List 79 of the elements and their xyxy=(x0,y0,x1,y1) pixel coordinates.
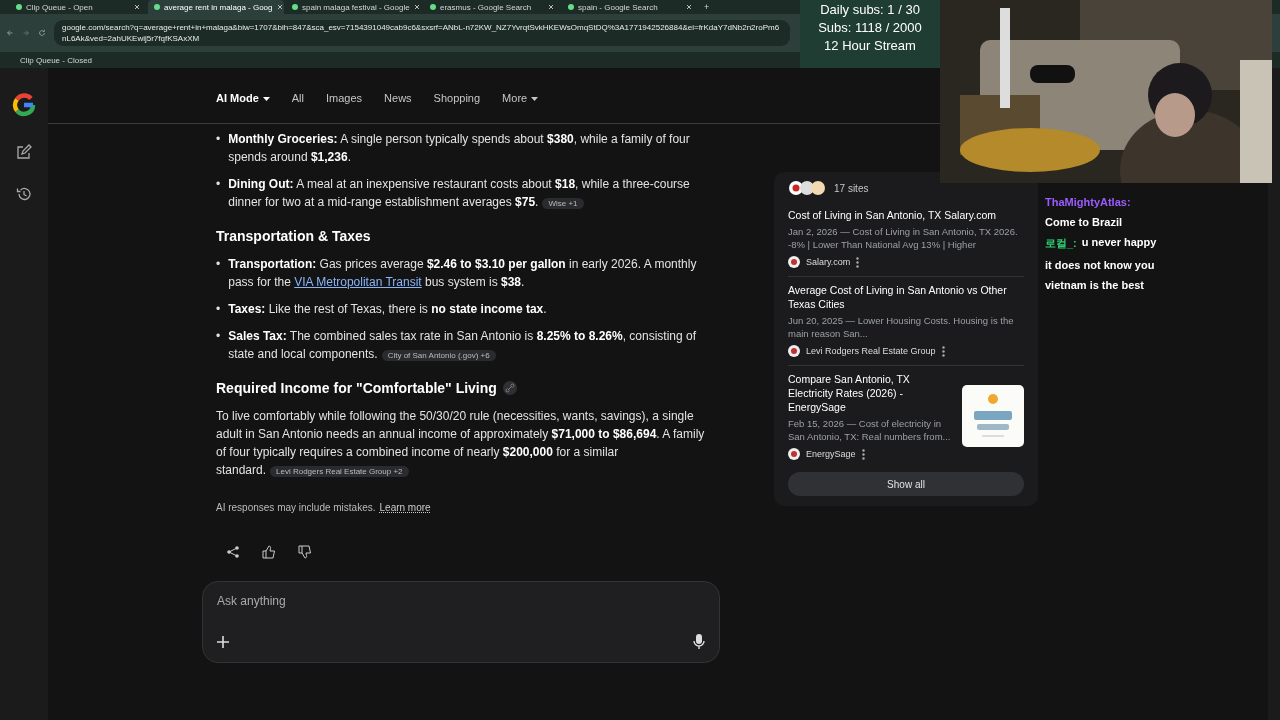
search-tab[interactable]: AI Mode xyxy=(216,92,270,123)
link[interactable]: VIA Metropolitan Transit xyxy=(294,275,422,289)
share-icon[interactable] xyxy=(226,545,240,559)
source-snippet: Feb 15, 2026 — Cost of electricity in San Antonio, TX: Real numbers from... xyxy=(788,417,952,443)
microphone-icon[interactable] xyxy=(693,634,705,650)
scrollbar[interactable] xyxy=(1268,68,1280,720)
search-tab[interactable]: All xyxy=(291,92,304,123)
bullet-text: Transportation: Gas prices average $2.46 to $3.10 per gallon in early 2026. A monthly pass for the VIA Metropolitan Transit bus system is $38. xyxy=(228,256,698,291)
citation-chip[interactable]: City of San Antonio (.gov) +6 xyxy=(381,350,496,361)
citation-chip[interactable]: Levi Rodgers Real Estate Group +2 xyxy=(270,466,409,477)
add-icon[interactable] xyxy=(217,636,229,648)
close-icon[interactable] xyxy=(548,4,554,10)
chat-username: ThaMightyAtlas: xyxy=(1045,196,1131,208)
history-icon[interactable] xyxy=(16,186,32,202)
bullet-marker: • xyxy=(216,176,221,193)
answer-paragraph: To live comfortably while following the 50/30/20 rule (necessities, wants, savings), a single adult in San Antonio needs an annual income of approximately $71,000 to $86,694. A family of four typically requires a combined income of nearly $200,000 for a similar standard. Levi Rodgers Real Estate Group +2 xyxy=(216,409,705,477)
chat-message: u never happy xyxy=(1081,236,1157,250)
new-tab-button[interactable]: + xyxy=(704,2,710,12)
search-tab[interactable]: News xyxy=(384,92,412,123)
close-icon[interactable] xyxy=(686,4,692,10)
learn-more-link[interactable]: Learn more xyxy=(379,499,431,517)
edit-icon[interactable] xyxy=(16,144,32,160)
stream-stat: Daily subs: 1 / 30 xyxy=(820,1,920,19)
section-heading: Required Income for "Comfortable" Living xyxy=(216,379,497,397)
back-icon[interactable] xyxy=(6,29,14,37)
site-favicon-icon xyxy=(788,448,800,460)
more-options-icon[interactable] xyxy=(861,448,865,460)
bullet-marker: • xyxy=(216,301,221,318)
source-title[interactable]: Compare San Antonio, TX Electricity Rates (2026) - EnergySage xyxy=(788,372,954,414)
bullet-marker: • xyxy=(216,328,221,345)
source-title[interactable]: Average Cost of Living in San Antonio vs Other Texas Cities xyxy=(788,283,1024,311)
disclaimer-text: AI responses may include mistakes. xyxy=(216,501,376,515)
show-all-button[interactable]: Show all xyxy=(788,472,1024,496)
address-bar[interactable]: google.com/search?q=average+rent+in+malaga&biw=1707&bih=847&sca_esv=7154391049cab9c6&sxsrf=ANbL-n72KW_NZ7YvrqtSvkHKEWsOmqStDQ%3A1771942526884&ei=frKdaY7dNb2n2roPm6nL6Ak&ved=2ahUKEwij5r7fqfKSAxXM xyxy=(54,20,790,46)
sites-count[interactable]: 17 sites xyxy=(834,182,869,194)
close-icon[interactable] xyxy=(276,4,283,10)
search-tab[interactable]: Shopping xyxy=(433,92,481,123)
bullet-marker: • xyxy=(216,256,221,273)
section-heading: Transportation & Taxes xyxy=(216,227,371,245)
close-icon[interactable] xyxy=(413,4,420,10)
bullet-text: Sales Tax: The combined sales tax rate in San Antonio is 8.25% to 8.26%, consisting of state and local components. City of San Antonio (.gov) +6 xyxy=(228,328,698,363)
browser-tab[interactable]: spain - Google Search xyxy=(562,0,698,14)
chat-username: 로컬_: xyxy=(1045,236,1077,251)
source-name: EnergySage xyxy=(806,449,856,459)
google-logo-icon[interactable] xyxy=(11,92,37,118)
bullet-marker: • xyxy=(216,131,221,148)
source-name: Salary.com xyxy=(806,257,851,267)
site-favicon-icon xyxy=(788,256,800,268)
source-title[interactable]: Cost of Living in San Antonio, TX Salary.com xyxy=(788,208,1024,222)
chat-message: Come to Brazil xyxy=(1045,216,1122,228)
citation-chip[interactable]: Wise +1 xyxy=(542,198,584,209)
bookmark[interactable]: Clip Queue - Closed xyxy=(20,55,93,65)
browser-tab[interactable]: Clip Queue - Open xyxy=(10,0,146,14)
search-tab[interactable]: More xyxy=(502,92,539,123)
browser-tab[interactable]: average rent in malaga - Goog xyxy=(148,0,284,14)
bullet-text: Monthly Groceries: A single person typically spends about $380, while a family of four spends around $1,236. xyxy=(228,131,691,166)
bullet-text: Taxes: Like the rest of Texas, there is no state income tax. xyxy=(228,301,547,318)
more-options-icon[interactable] xyxy=(941,345,945,357)
source-snippet: Jun 20, 2025 — Lower Housing Costs. Housing is the main reason San... xyxy=(788,314,1015,340)
link-icon[interactable] xyxy=(502,381,517,395)
more-options-icon[interactable] xyxy=(856,256,860,268)
browser-tab[interactable]: spain malaga festival - Google xyxy=(286,0,422,14)
caret-icon[interactable] xyxy=(531,97,539,102)
stream-stat: 12 Hour Stream xyxy=(824,37,916,55)
thumbs-down-icon[interactable] xyxy=(298,545,312,559)
site-favicon-icon xyxy=(788,345,800,357)
prompt-field[interactable]: Ask anything xyxy=(217,594,705,608)
close-icon[interactable] xyxy=(134,4,140,10)
search-tab[interactable]: Images xyxy=(326,92,363,123)
browser-tab[interactable]: erasmus - Google Search xyxy=(424,0,560,14)
stream-stat: Subs: 1118 / 2000 xyxy=(818,19,922,37)
reload-icon[interactable] xyxy=(38,29,46,37)
caret-icon[interactable] xyxy=(262,97,270,102)
thumbs-up-icon[interactable] xyxy=(262,545,276,559)
chat-message: it does not know you xyxy=(1045,259,1155,271)
bullet-text: Dining Out: A meal at an inexpensive restaurant costs about $18, while a three-course dinner for two at a mid-range establishment averages $75. Wise +1 xyxy=(228,176,691,211)
source-name: Levi Rodgers Real Estate Group xyxy=(806,346,936,356)
source-snippet: Jan 2, 2026 — Cost of Living in San Antonio, TX 2026. -8% | Lower Than National Avg 13% | Higher xyxy=(788,225,1019,251)
chat-message: vietnam is the best xyxy=(1045,279,1145,291)
